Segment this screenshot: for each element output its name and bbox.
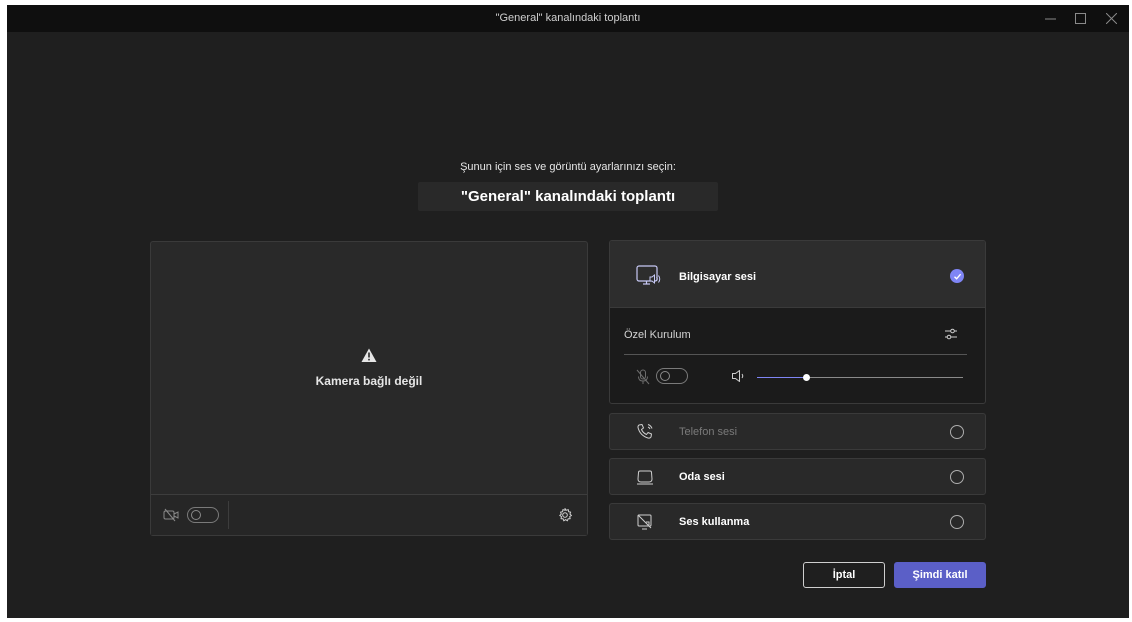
phone-audio-radio[interactable] bbox=[950, 425, 964, 439]
cancel-button[interactable]: İptal bbox=[803, 562, 885, 588]
minimize-button[interactable] bbox=[1040, 10, 1060, 27]
computer-audio-label: Bilgisayar sesi bbox=[679, 271, 757, 283]
volume-thumb[interactable] bbox=[802, 374, 810, 381]
room-audio-radio[interactable] bbox=[950, 470, 964, 484]
no-audio-label: Ses kullanma bbox=[679, 516, 750, 528]
phone-audio-icon bbox=[637, 424, 653, 439]
mic-off-icon bbox=[636, 369, 650, 385]
maximize-icon bbox=[1074, 13, 1086, 24]
title-bar: "General" kanalındaki toplantı bbox=[7, 5, 1129, 32]
speaker-volume-slider[interactable] bbox=[757, 374, 963, 381]
prejoin-subtitle: Şunun için ses ve görüntü ayarlarınızı s… bbox=[460, 161, 676, 173]
selected-check-icon bbox=[950, 269, 964, 283]
warning-icon bbox=[361, 348, 377, 362]
minimize-icon bbox=[1044, 18, 1056, 20]
computer-audio-icon bbox=[636, 265, 661, 285]
speaker-icon bbox=[732, 370, 744, 382]
room-audio-label: Oda sesi bbox=[679, 471, 725, 483]
divider bbox=[624, 354, 967, 355]
room-audio-option[interactable]: Oda sesi bbox=[609, 458, 986, 495]
video-controls-bar bbox=[151, 494, 587, 535]
phone-audio-option[interactable]: Telefon sesi bbox=[609, 413, 986, 450]
maximize-button[interactable] bbox=[1070, 10, 1090, 27]
teams-prejoin-window: "General" kanalındaki toplantı Şunun içi… bbox=[7, 5, 1129, 618]
no-audio-option[interactable]: Ses kullanma bbox=[609, 503, 986, 540]
close-icon bbox=[1105, 13, 1117, 24]
no-audio-icon bbox=[637, 514, 652, 530]
window-title: "General" kanalındaki toplantı bbox=[495, 12, 641, 24]
video-preview-panel: Kamera bağlı değil bbox=[150, 241, 588, 536]
computer-audio-header[interactable]: Bilgisayar sesi bbox=[610, 241, 985, 308]
join-now-button[interactable]: Şimdi katıl bbox=[894, 562, 986, 588]
computer-audio-option[interactable]: Bilgisayar sesi Özel Kurulum bbox=[609, 240, 986, 404]
camera-off-icon bbox=[163, 508, 179, 522]
no-audio-radio[interactable] bbox=[950, 515, 964, 529]
meeting-title: "General" kanalındaki toplantı bbox=[418, 182, 718, 211]
custom-setup-label: Özel Kurulum bbox=[624, 329, 691, 341]
volume-fill bbox=[757, 377, 807, 378]
phone-audio-label: Telefon sesi bbox=[679, 426, 738, 438]
close-button[interactable] bbox=[1101, 10, 1121, 27]
camera-toggle[interactable] bbox=[187, 507, 219, 523]
device-settings-icon[interactable] bbox=[557, 507, 573, 523]
toggle-knob bbox=[191, 510, 201, 520]
toggle-knob bbox=[660, 371, 670, 381]
video-preview: Kamera bağlı değil bbox=[151, 242, 587, 494]
sliders-icon[interactable] bbox=[944, 327, 958, 341]
mic-toggle[interactable] bbox=[656, 368, 688, 384]
divider bbox=[228, 501, 229, 529]
room-audio-icon bbox=[637, 470, 653, 485]
camera-status-text: Kamera bağlı değil bbox=[315, 374, 423, 388]
